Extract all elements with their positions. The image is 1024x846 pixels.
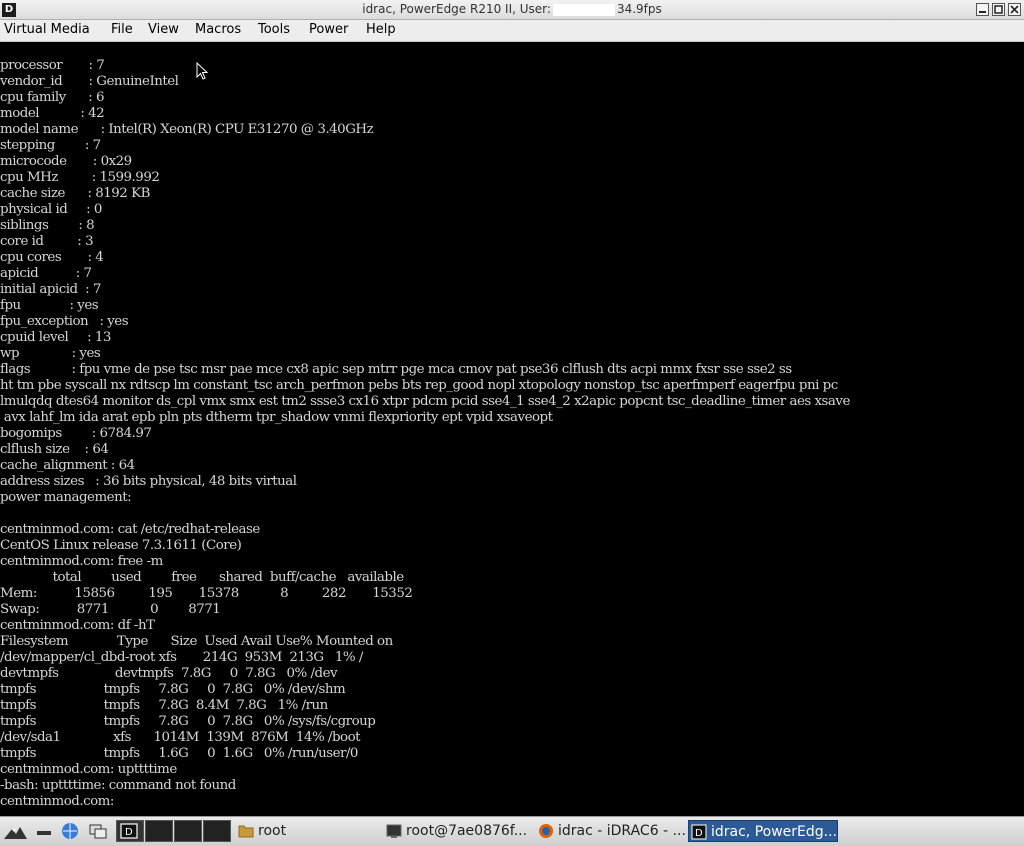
- console-line: tmpfs tmpfs 7.8G 0 7.8G 0% /dev/shm: [0, 682, 346, 697]
- idrac-icon: D: [691, 824, 707, 840]
- workspace-4[interactable]: [203, 820, 231, 842]
- console-line: fpu_exception : yes: [0, 314, 129, 329]
- console-line: ht tm pbe syscall nx rdtscp lm constant_…: [0, 378, 838, 393]
- console-line: core id : 3: [0, 234, 94, 249]
- console-line: wp : yes: [0, 346, 101, 361]
- task-label: idrac - iDRAC6 - ...: [558, 823, 686, 839]
- terminal-icon: [386, 824, 402, 838]
- task-label: root: [258, 823, 287, 839]
- task-firefox[interactable]: idrac - iDRAC6 - ...: [536, 820, 686, 842]
- console-line: apicid : 7: [0, 266, 92, 281]
- menu-macros[interactable]: Macros: [195, 22, 241, 37]
- console-line: centminmod.com: upttttime: [0, 762, 177, 777]
- console-line: stepping : 7: [0, 138, 101, 153]
- firefox-icon: [539, 824, 553, 838]
- console-line: centminmod.com: free -m: [0, 554, 163, 569]
- task-idrac-console[interactable]: D idrac, PowerEdg...: [688, 820, 838, 842]
- menu-tools[interactable]: Tools: [258, 22, 290, 37]
- console-line: tmpfs tmpfs 1.6G 0 1.6G 0% /run/user/0: [0, 746, 358, 761]
- console-line: fpu : yes: [0, 298, 99, 313]
- menu-power[interactable]: Power: [309, 22, 348, 37]
- fps-readout: 34.9fps: [616, 2, 662, 16]
- console-line: CentOS Linux release 7.3.1611 (Core): [0, 538, 242, 553]
- window-switcher-icon[interactable]: [88, 821, 108, 841]
- console-line: centminmod.com: cat /etc/redhat-release: [0, 522, 260, 537]
- workspace-3[interactable]: [174, 820, 202, 842]
- task-file-manager[interactable]: root: [236, 820, 382, 842]
- console-line: cpu MHz : 1599.992: [0, 170, 160, 185]
- task-label: root@7ae0876f...: [406, 823, 528, 839]
- maximize-icon: [994, 5, 1003, 14]
- close-button[interactable]: [1008, 3, 1021, 16]
- console-line: cpu family : 6: [0, 90, 105, 105]
- console-line: Swap: 8771 0 8771: [0, 602, 221, 617]
- menu-view[interactable]: View: [148, 22, 179, 37]
- console-line: -bash: upttttime: command not found: [0, 778, 236, 793]
- task-label: idrac, PowerEdg...: [711, 824, 838, 840]
- console-line: initial apicid : 7: [0, 282, 101, 297]
- window-titlebar[interactable]: D idrac, PowerEdge R210 II, User: 34.9fps: [0, 0, 1024, 20]
- window-title: idrac, PowerEdge R210 II, User: 34.9fps: [0, 2, 1024, 16]
- browser-launcher-icon[interactable]: [60, 821, 80, 841]
- console-line: centminmod.com: df -hT: [0, 618, 155, 633]
- console-line: devtmpfs devtmpfs 7.8G 0 7.8G 0% /dev: [0, 666, 338, 681]
- show-desktop-icon[interactable]: [34, 821, 54, 841]
- minimize-icon: [979, 11, 986, 13]
- console-line: Mem: 15856 195 15378 8 282 15352: [0, 586, 413, 601]
- workspace-1[interactable]: D: [116, 820, 144, 842]
- remote-console-screen[interactable]: processor : 7 vendor_id : GenuineIntel cpu…: [0, 42, 1024, 816]
- console-line: model name : Intel(R) Xeon(R) CPU E31270…: [0, 122, 374, 137]
- menu-bar: Virtual Media File View Macros Tools Pow…: [0, 20, 1024, 42]
- console-output: processor : 7 vendor_id : GenuineIntel cpu…: [0, 58, 850, 810]
- menu-virtual-media[interactable]: Virtual Media: [4, 22, 90, 37]
- svg-text:D: D: [125, 827, 133, 838]
- redacted-username: [552, 3, 615, 16]
- start-menu-icon[interactable]: [2, 821, 28, 841]
- console-line: vendor_id : GenuineIntel: [0, 74, 179, 89]
- console-line: centminmod.com:: [0, 794, 118, 809]
- workspace-idrac-icon: D: [120, 823, 138, 839]
- close-icon: [1010, 5, 1019, 14]
- console-line: siblings : 8: [0, 218, 95, 233]
- console-line: tmpfs tmpfs 7.8G 0 7.8G 0% /sys/fs/cgrou…: [0, 714, 376, 729]
- console-line: cache size : 8192 KB: [0, 186, 150, 201]
- console-line: model : 42: [0, 106, 105, 121]
- console-line: cpuid level : 13: [0, 330, 111, 345]
- console-line: processor : 7: [0, 58, 105, 73]
- console-line: flags : fpu vme de pse tsc msr pae mce c…: [0, 362, 792, 377]
- console-line: address sizes : 36 bits physical, 48 bit…: [0, 474, 297, 489]
- folder-icon: [238, 825, 254, 838]
- console-line: lmulqdq dtes64 monitor ds_cpl vmx smx es…: [0, 394, 850, 409]
- console-line: power management:: [0, 490, 132, 505]
- svg-text:D: D: [695, 828, 703, 839]
- menu-file[interactable]: File: [111, 22, 133, 37]
- console-line: bogomips : 6784.97: [0, 426, 152, 441]
- console-line: physical id : 0: [0, 202, 102, 217]
- console-line: Filesystem Type Size Used Avail Use% Mou…: [0, 634, 393, 649]
- task-terminal[interactable]: root@7ae0876f...: [384, 820, 534, 842]
- console-line: total used free shared buff/cache availa…: [0, 570, 405, 585]
- console-line: tmpfs tmpfs 7.8G 8.4M 7.8G 1% /run: [0, 698, 328, 713]
- workspace-2[interactable]: [145, 820, 173, 842]
- menu-help[interactable]: Help: [366, 22, 396, 37]
- console-line: microcode : 0x29: [0, 154, 132, 169]
- console-line: /dev/mapper/cl_dbd-root xfs 214G 953M 21…: [0, 650, 363, 665]
- maximize-button[interactable]: [992, 3, 1005, 16]
- console-line: avx lahf_lm ida arat epb pln pts dtherm …: [0, 410, 553, 425]
- taskbar: D root root@7ae0876f... idrac - iDRAC6 -…: [0, 816, 1024, 846]
- console-line: clflush size : 64: [0, 442, 109, 457]
- console-line: cache_alignment : 64: [0, 458, 135, 473]
- mouse-pointer-icon: [196, 62, 209, 80]
- window-title-text: idrac, PowerEdge R210 II, User:: [362, 2, 551, 16]
- console-line: /dev/sda1 xfs 1014M 139M 876M 14% /boot: [0, 730, 361, 745]
- minimize-button[interactable]: [976, 3, 989, 16]
- console-line: cpu cores : 4: [0, 250, 104, 265]
